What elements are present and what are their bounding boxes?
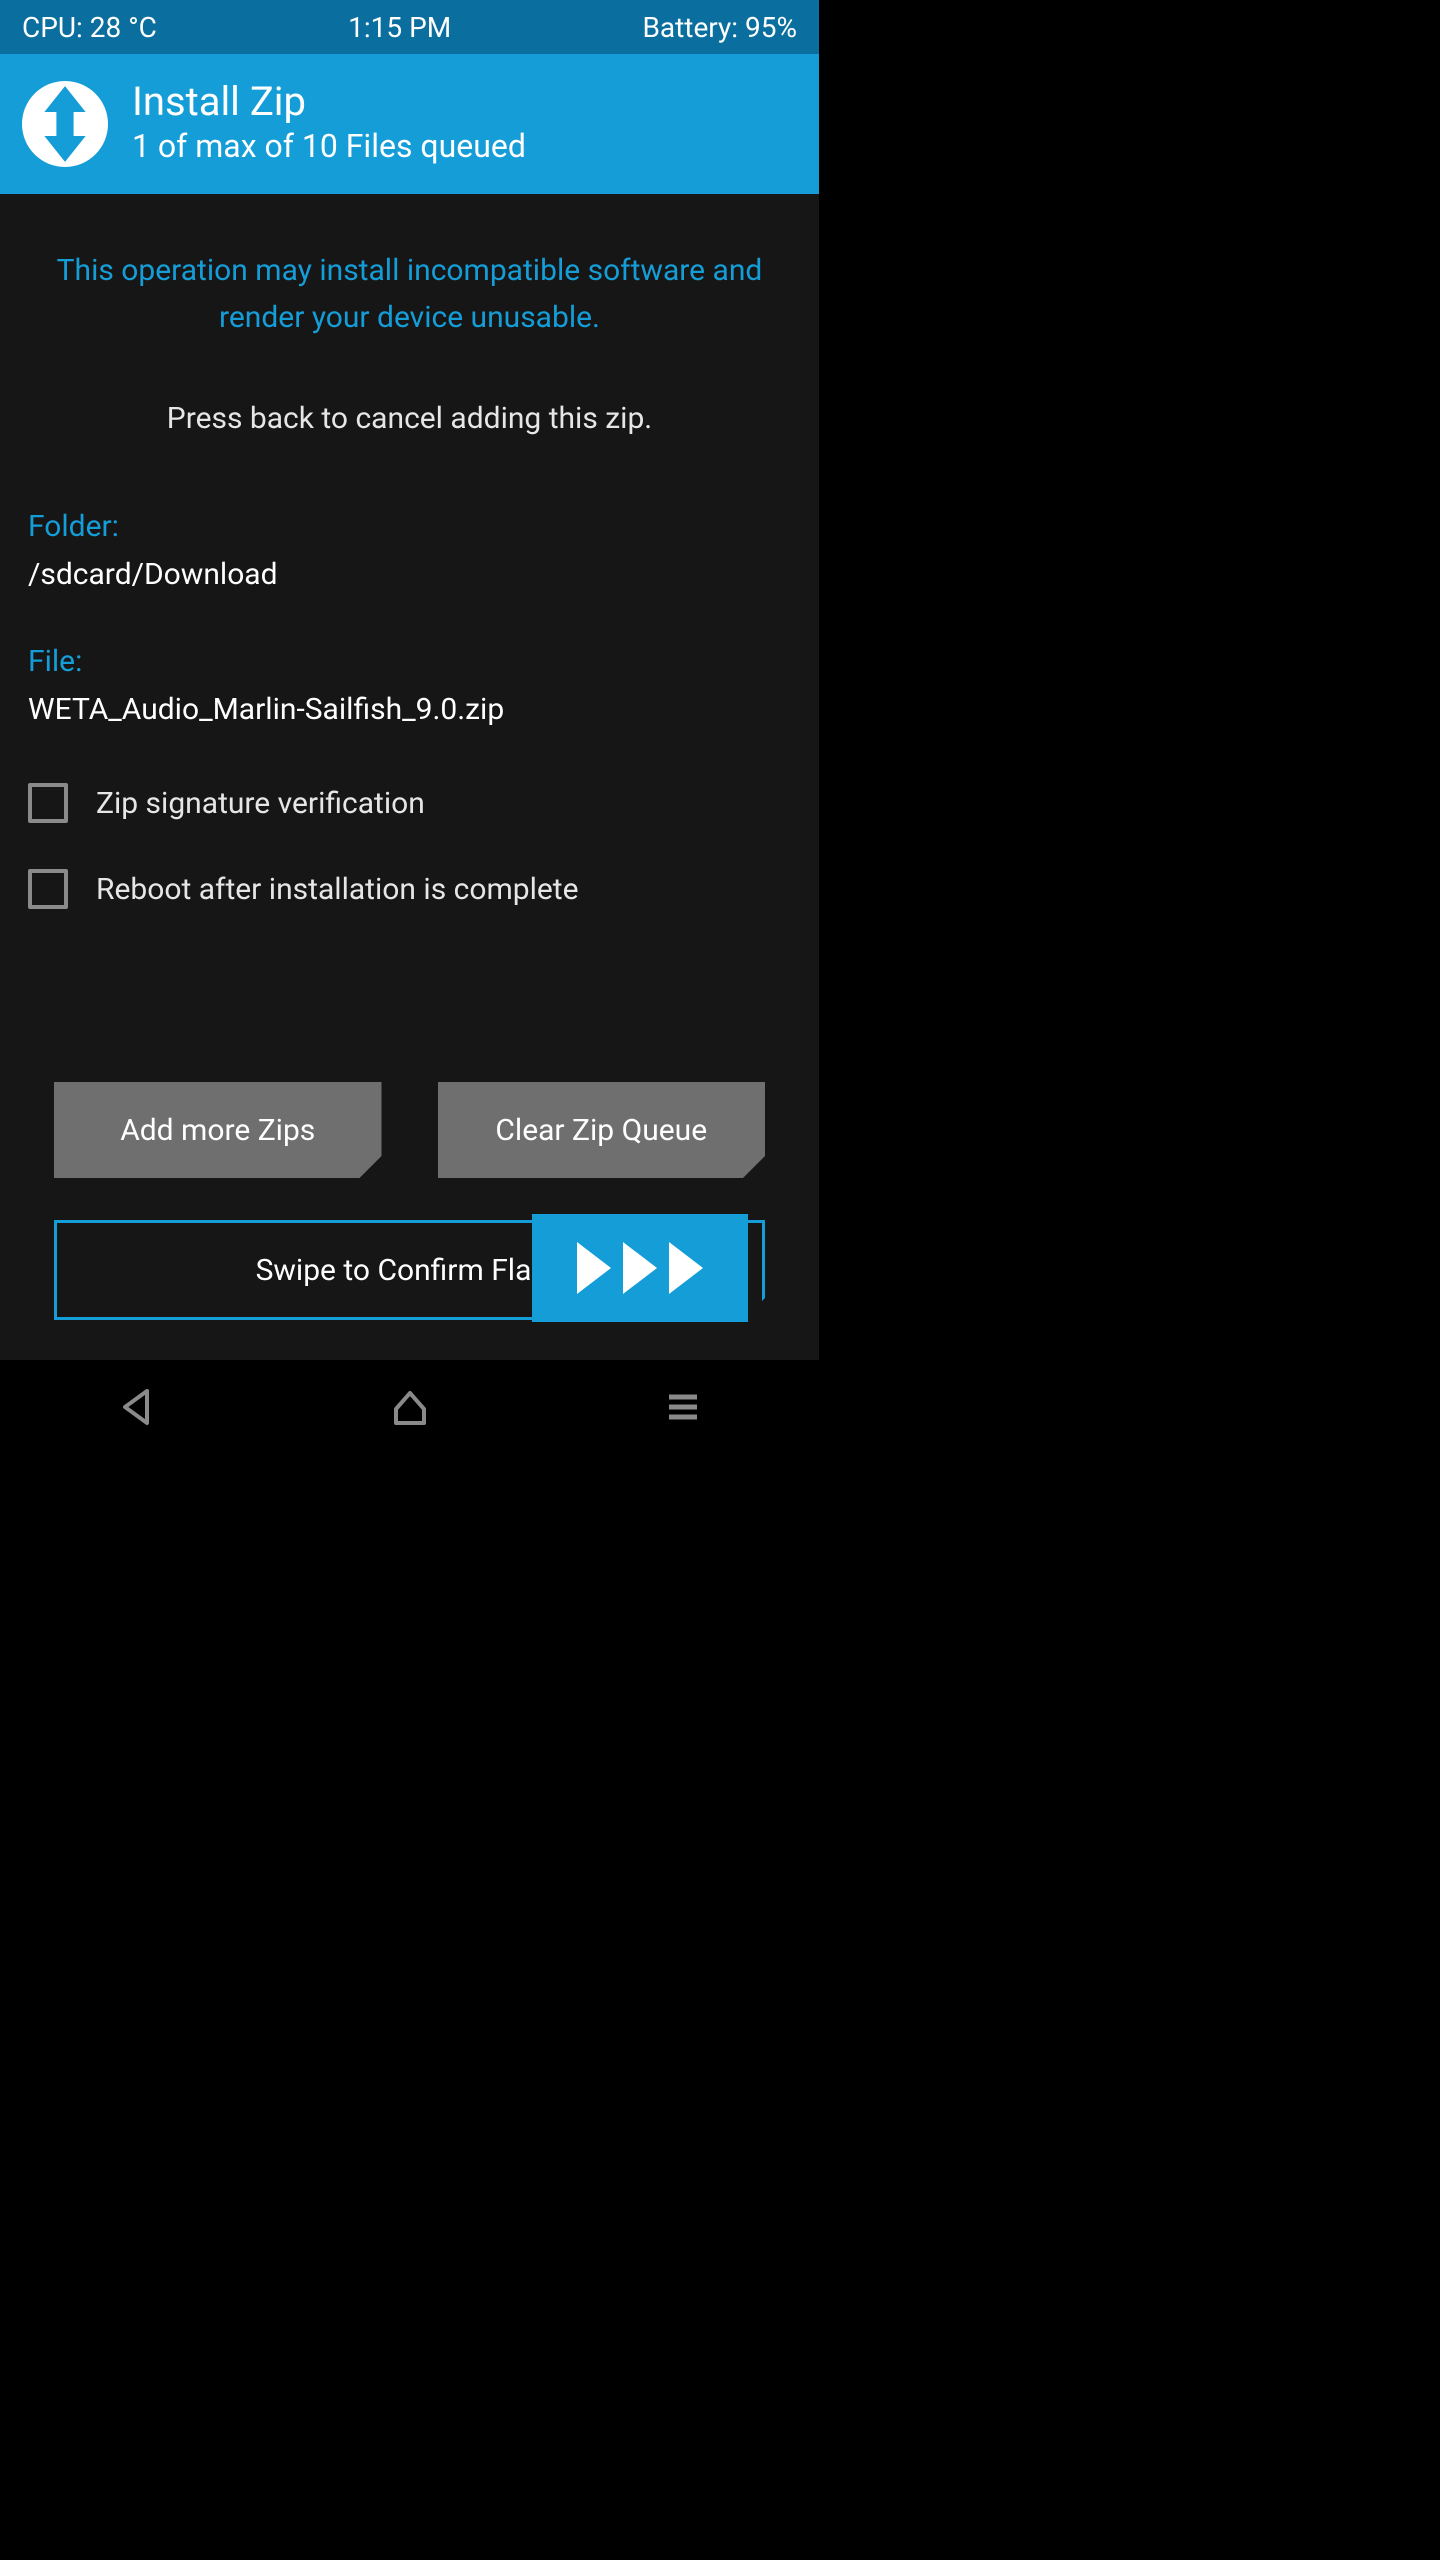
slider-handle[interactable]: [532, 1214, 748, 1322]
warning-text: This operation may install incompatible …: [28, 248, 791, 341]
twrp-logo-icon: [22, 81, 108, 167]
folder-block: Folder: /sdcard/Download: [28, 506, 791, 599]
header-titles: Install Zip 1 of max of 10 Files queued: [132, 80, 526, 168]
chevron-right-icon: [669, 1242, 703, 1294]
folder-value: /sdcard/Download: [28, 552, 791, 599]
cancel-hint: Press back to cancel adding this zip.: [28, 401, 791, 436]
back-icon: [117, 1387, 157, 1427]
screen: CPU: 28 °C 1:15 PM Battery: 95% Install …: [0, 0, 819, 1457]
add-more-zips-button[interactable]: Add more Zips: [54, 1082, 382, 1178]
slider-label: Swipe to Confirm Flash: [256, 1253, 564, 1288]
chevron-right-icon: [623, 1242, 657, 1294]
file-block: File: WETA_Audio_Marlin-Sailfish_9.0.zip: [28, 641, 791, 734]
status-bar: CPU: 28 °C 1:15 PM Battery: 95%: [0, 0, 819, 54]
button-row: Add more Zips Clear Zip Queue: [28, 1082, 791, 1178]
reboot-label: Reboot after installation is complete: [96, 872, 579, 907]
folder-label: Folder:: [28, 506, 791, 548]
battery-status: Battery: 95%: [642, 11, 797, 44]
page-subtitle: 1 of max of 10 Files queued: [132, 126, 526, 168]
file-value: WETA_Audio_Marlin-Sailfish_9.0.zip: [28, 687, 791, 734]
reboot-row[interactable]: Reboot after installation is complete: [28, 869, 791, 909]
checkbox-icon[interactable]: [28, 783, 68, 823]
zip-signature-row[interactable]: Zip signature verification: [28, 783, 791, 823]
checkbox-icon[interactable]: [28, 869, 68, 909]
nav-bar: [0, 1360, 819, 1457]
add-more-zips-label: Add more Zips: [120, 1113, 315, 1148]
clear-zip-queue-button[interactable]: Clear Zip Queue: [438, 1082, 766, 1178]
clock: 1:15 PM: [348, 11, 451, 44]
home-button[interactable]: [390, 1387, 430, 1431]
app-header: Install Zip 1 of max of 10 Files queued: [0, 54, 819, 194]
back-button[interactable]: [117, 1387, 157, 1431]
zip-signature-label: Zip signature verification: [96, 786, 425, 821]
main-content: This operation may install incompatible …: [0, 194, 819, 1360]
menu-icon: [663, 1387, 703, 1427]
cpu-status: CPU: 28 °C: [22, 11, 157, 44]
home-icon: [390, 1387, 430, 1427]
chevron-right-icon: [577, 1242, 611, 1294]
clear-zip-queue-label: Clear Zip Queue: [495, 1113, 707, 1148]
file-label: File:: [28, 641, 791, 683]
menu-button[interactable]: [663, 1387, 703, 1431]
page-title: Install Zip: [132, 80, 526, 124]
swipe-confirm-slider[interactable]: Swipe to Confirm Flash: [54, 1220, 765, 1320]
